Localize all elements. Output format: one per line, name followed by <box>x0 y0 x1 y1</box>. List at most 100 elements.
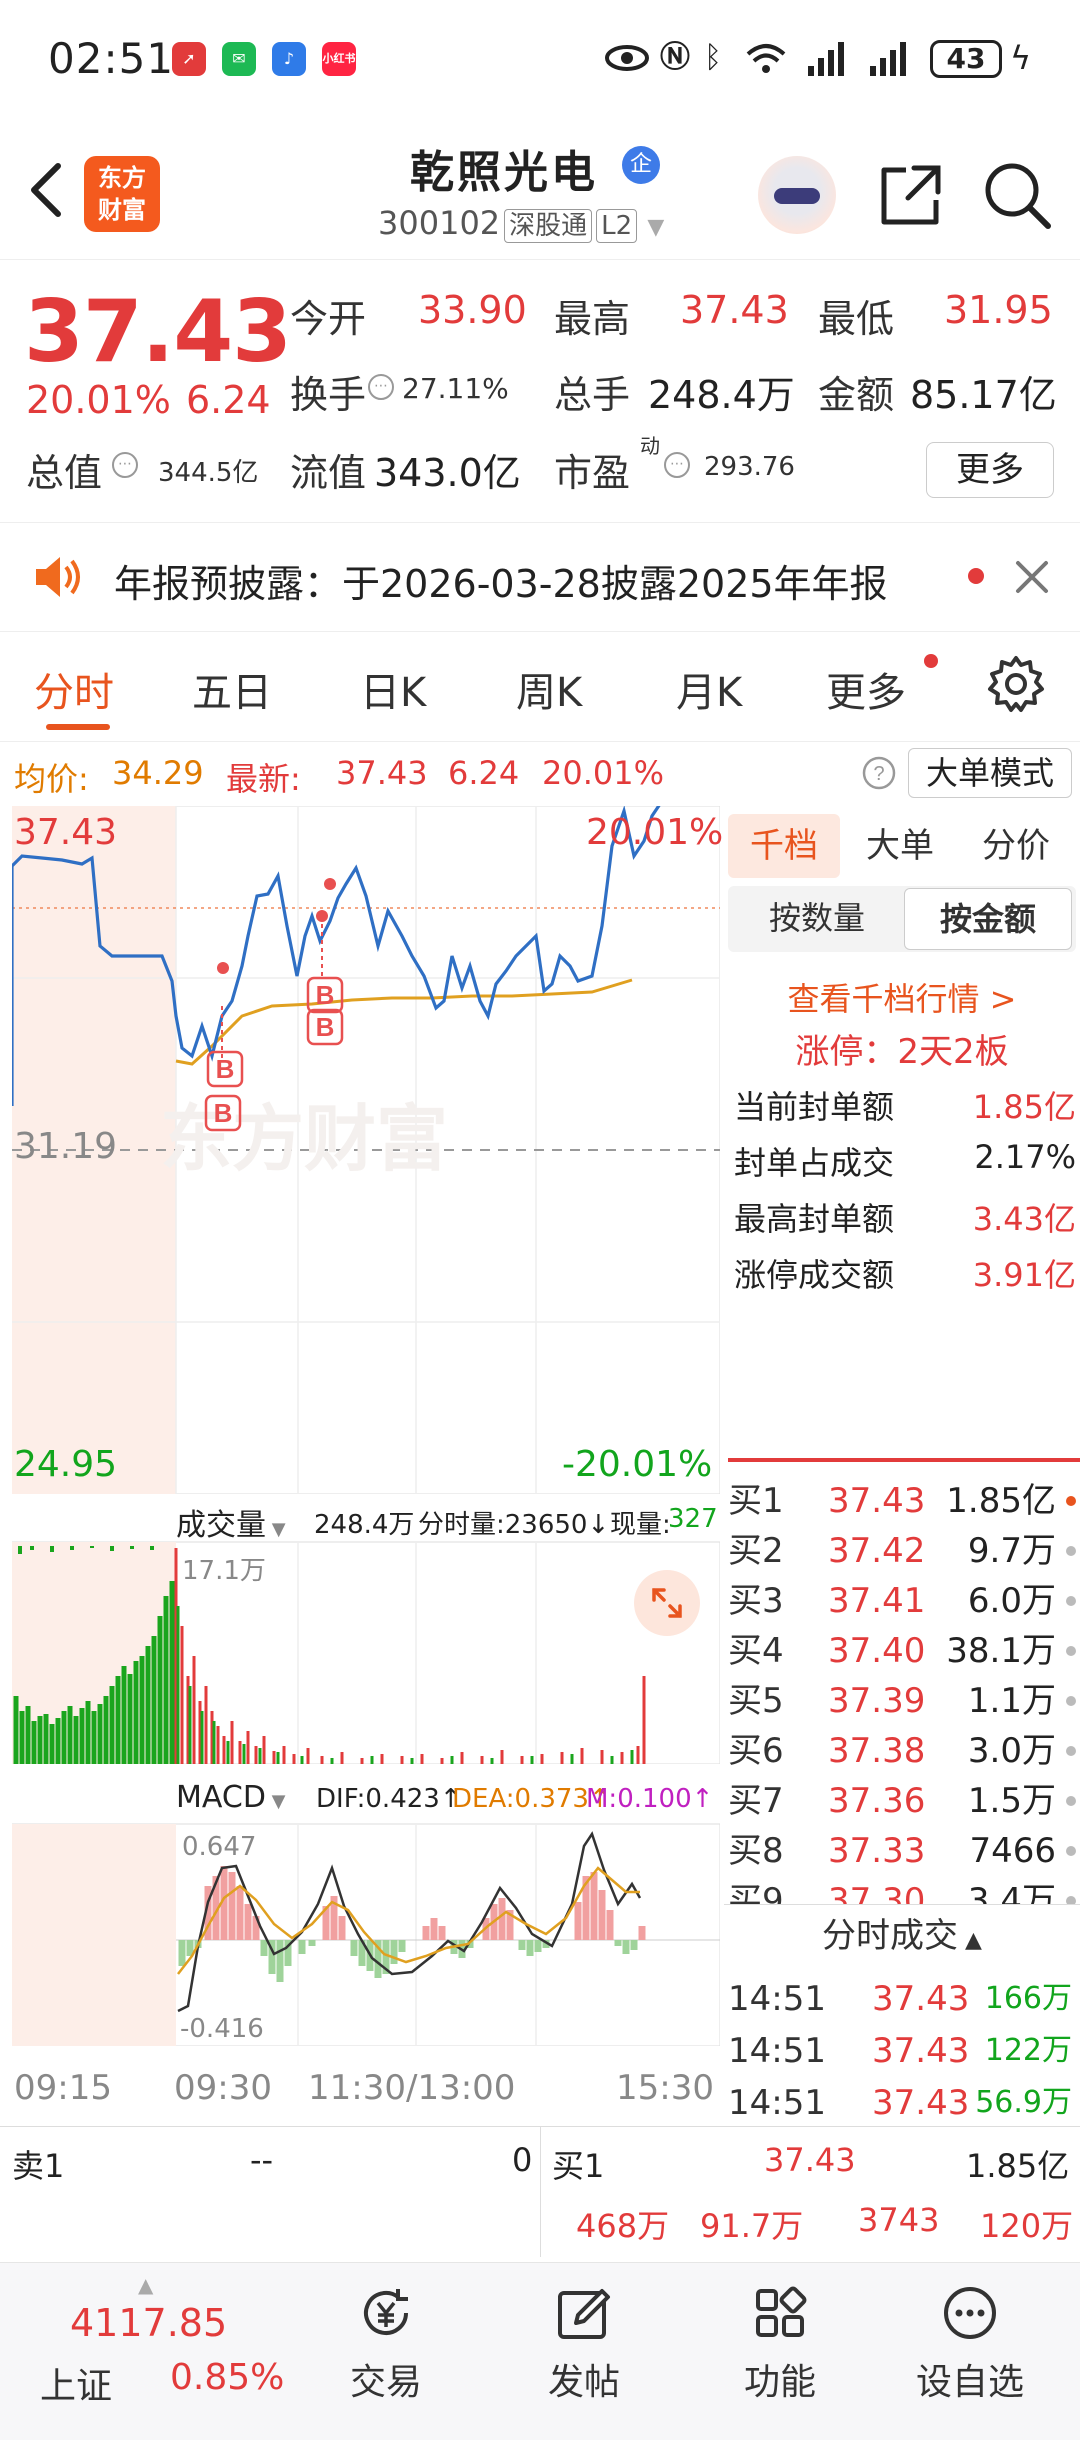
summary-divider <box>540 2127 541 2257</box>
index-ticker[interactable]: ▲ 4117.85 上证 0.85% <box>20 2273 290 2423</box>
high-value: 37.43 <box>680 288 789 332</box>
book-divider <box>728 1458 1080 1462</box>
trade-row: 14:51 37.43 166万 <box>728 1979 1072 2019</box>
view-thousand-levels-link[interactable]: 查看千档行情 > <box>724 974 1080 1020</box>
stock-code-line[interactable]: 300102 深股通 L2 ▼ <box>378 204 664 243</box>
book-row-buy7[interactable]: 买7 37.36 1.5万 <box>728 1776 1080 1826</box>
nav-post[interactable]: 发帖 <box>504 2283 664 2405</box>
open-label: 今开 <box>290 297 367 341</box>
amount-value: 85.17亿 <box>910 373 1057 417</box>
more-button[interactable]: 更多 <box>926 442 1054 498</box>
book-row-buy8[interactable]: 买8 37.33 7466 <box>728 1826 1080 1876</box>
book-row-buy6[interactable]: 买6 37.38 3.0万 <box>728 1726 1080 1776</box>
info-icon[interactable]: ⋯ <box>112 452 138 478</box>
limit-up-info: 涨停：2天2板 <box>795 1032 1009 1072</box>
nav-add-watchlist[interactable]: 设自选 <box>890 2283 1050 2405</box>
connect-tag: 深股通 <box>504 209 593 243</box>
time-tick-1530: 15:30 <box>616 2068 714 2108</box>
bid-ask-summary: 卖1 -- 0 买1 37.43 1.85亿 468万 91.7万 3743 1… <box>0 2126 1080 2257</box>
buy1-volume: 1.85亿 <box>966 2147 1070 2185</box>
stat-row: 封单占成交 2.17% <box>734 1138 1076 1182</box>
enterprise-badge-icon: 企 <box>622 146 660 184</box>
help-icon[interactable]: ? <box>862 756 896 790</box>
voice-app-icon: ♪ <box>272 42 306 76</box>
settings-gear-icon[interactable] <box>986 654 1046 714</box>
segment-by-amount[interactable]: 按金额 <box>904 888 1072 950</box>
book-row-buy3[interactable]: 买3 37.41 6.0万 <box>728 1576 1080 1626</box>
order-book-panel: 千档 大单 分价 按数量 按金额 查看千档行情 > 涨停：2天2板 当前封单额 1… <box>724 806 1080 2126</box>
amount-label: 金额 <box>818 373 895 417</box>
tab-more[interactable]: 更多 <box>826 660 906 718</box>
open-value: 33.90 <box>418 288 527 332</box>
total-volume-value: 248.4万 <box>648 373 795 417</box>
trade-row: 14:51 37.43 122万 <box>728 2031 1072 2071</box>
queue-value-4: 120万 <box>980 2207 1074 2245</box>
search-icon[interactable] <box>980 158 1054 232</box>
wechat-icon: ✉ <box>222 42 256 76</box>
ai-assistant-avatar[interactable] <box>758 156 836 234</box>
tab-intraday[interactable]: 分时 <box>34 660 114 718</box>
charging-icon: ϟ <box>1010 39 1032 77</box>
wifi-icon <box>746 44 786 73</box>
nav-trade[interactable]: 交易 <box>306 2283 466 2405</box>
stock-name[interactable]: 乾照光电 <box>410 136 598 200</box>
share-icon[interactable] <box>876 160 946 230</box>
expand-chart-button[interactable] <box>634 1570 700 1636</box>
avg-label: 均价: <box>14 760 89 798</box>
book-row-buy2[interactable]: 买2 37.42 9.7万 <box>728 1526 1080 1576</box>
chart-bottom-price: 24.95 <box>14 1444 118 1485</box>
close-icon[interactable] <box>1014 559 1050 595</box>
tab-price-dist[interactable]: 分价 <box>960 814 1072 878</box>
signal-icon <box>808 42 844 76</box>
battery-icon: 43 <box>930 40 1002 78</box>
big-order-mode-button[interactable]: 大单模式 <box>908 748 1072 798</box>
volume-max-label: 17.1万 <box>182 1556 266 1586</box>
tab-monthly-k[interactable]: 月K <box>676 660 742 718</box>
volume-now-label: 现量: <box>610 1510 671 1540</box>
tab-weekly-k[interactable]: 周K <box>516 660 582 718</box>
macd-indicator-dropdown[interactable]: MACD ▼ <box>176 1780 286 1820</box>
queue-value-2: 91.7万 <box>700 2207 804 2245</box>
nav-trade-label: 交易 <box>349 2362 422 2403</box>
notice-bar[interactable]: 年报预披露：于2026-03-28披露2025年年报 <box>0 522 1080 632</box>
time-tick-1130-1300: 11:30/13:00 <box>308 2068 516 2108</box>
chart-top-percent: 20.01% <box>586 812 724 853</box>
nav-post-label: 发帖 <box>547 2362 620 2403</box>
low-label: 最低 <box>818 297 895 341</box>
time-tick-0930: 09:30 <box>174 2068 272 2108</box>
buy-marker-3: B <box>316 980 335 1010</box>
back-arrow-icon[interactable] <box>22 160 72 220</box>
svg-text:?: ? <box>873 763 884 785</box>
segment-by-count[interactable]: 按数量 <box>734 888 900 950</box>
info-icon[interactable]: ⋯ <box>368 374 394 400</box>
tab-thousand-levels[interactable]: 千档 <box>728 814 840 878</box>
total-volume-label: 总手 <box>554 373 631 417</box>
status-time: 02:51 <box>48 34 175 83</box>
macd-m: M:0.100↑ <box>586 1784 714 1814</box>
intraday-chart[interactable]: 东方财富 B B B B 37.43 20.01% 31.19 24.95 -2… <box>12 806 724 2126</box>
pe-superscript: 动 <box>640 434 660 458</box>
volume-now-value: 327 <box>668 1504 718 1534</box>
watermark: 东方财富 <box>160 1100 448 1180</box>
book-row-buy1[interactable]: 买1 37.43 1.85亿 <box>728 1476 1080 1526</box>
tab-five-day[interactable]: 五日 <box>192 660 272 718</box>
tab-big-order[interactable]: 大单 <box>844 814 956 878</box>
trades-title: 分时成交 <box>822 1916 959 1956</box>
change-value: 6.24 <box>186 378 271 422</box>
intraday-info-line: 均价: 34.29 最新: 37.43 6.24 20.01% ? 大单模式 <box>0 744 1080 802</box>
info-icon[interactable]: ⋯ <box>664 452 690 478</box>
tab-daily-k[interactable]: 日K <box>360 660 426 718</box>
app-logo[interactable]: 东方 财富 <box>84 156 160 232</box>
volume-indicator-dropdown[interactable]: 成交量 ▼ <box>176 1500 286 1543</box>
trades-header[interactable]: 分时成交 ▲ <box>724 1904 1080 1966</box>
turnover-label: 换手 <box>290 373 367 417</box>
book-row-buy4[interactable]: 买4 37.40 38.1万 <box>728 1626 1080 1676</box>
buy-marker-2: B <box>214 1098 233 1128</box>
book-row-buy5[interactable]: 买5 37.39 1.1万 <box>728 1676 1080 1726</box>
nav-functions[interactable]: 功能 <box>700 2283 860 2405</box>
sell1-price: -- <box>250 2141 274 2179</box>
book-row-buy9[interactable]: 买9 37.30 3.4万 <box>728 1876 1080 1904</box>
index-value: 4117.85 <box>70 2301 228 2345</box>
chart-bottom-percent: -20.01% <box>562 1444 713 1485</box>
macd-dropdown-label: MACD <box>176 1780 266 1815</box>
